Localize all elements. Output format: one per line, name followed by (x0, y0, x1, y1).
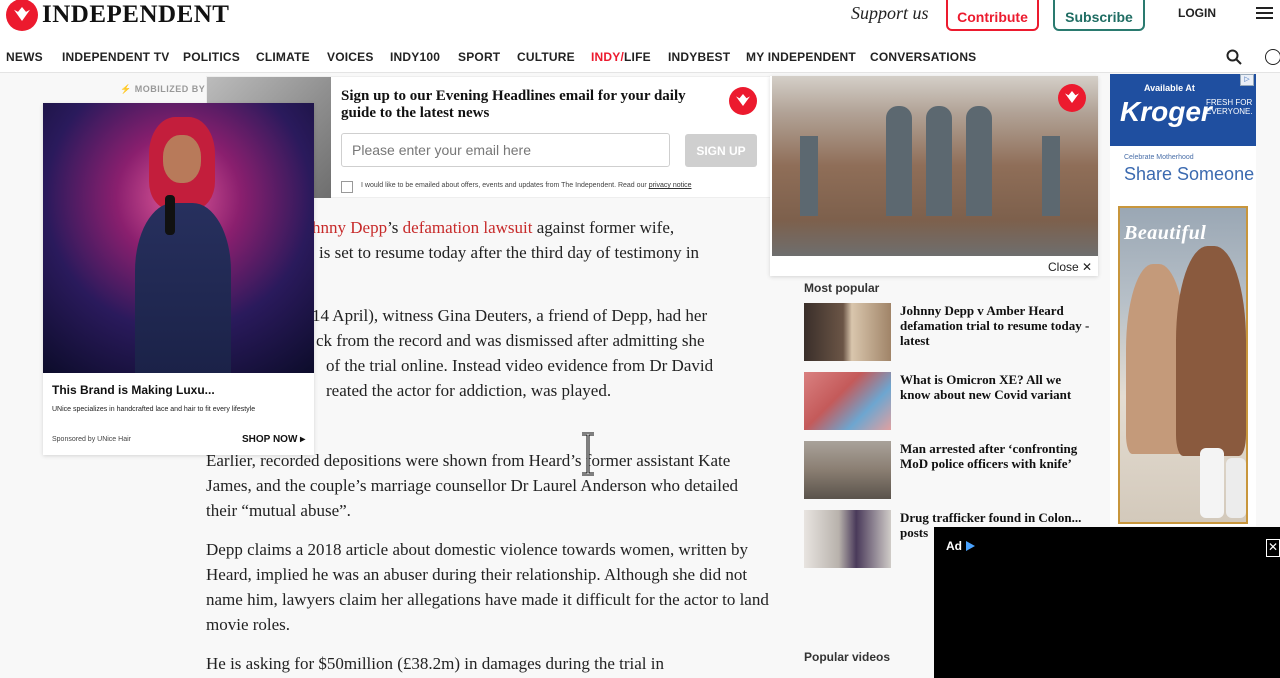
singer-image (43, 103, 314, 373)
ad-label: Ad (946, 539, 962, 553)
subscribe-button[interactable]: Subscribe (1053, 0, 1145, 31)
nav-my-independent[interactable]: MY INDEPENDENT (746, 50, 856, 64)
kroger-fresh: FRESH FOR EVERYONE. (1206, 98, 1253, 116)
nav-sport[interactable]: SPORT (458, 50, 500, 64)
nav-indy100[interactable]: INDY100 (390, 50, 440, 64)
p1-after: against former wife, (532, 218, 675, 237)
courthouse-video-frame (772, 76, 1098, 256)
newsletter-title: Sign up to our Evening Headlines email f… (341, 88, 686, 121)
support-us-text: Support us (851, 3, 929, 23)
kroger-ad[interactable]: Available At Kroger FRESH FOR EVERYONE. … (1110, 74, 1256, 526)
most-popular-headline: What is Omicron XE? All we know about ne… (900, 372, 1072, 402)
johnny-depp-link[interactable]: hnny Depp (312, 218, 387, 237)
share-someone-text: Share Someone (1124, 164, 1255, 184)
nav-indylife[interactable]: INDY/LIFE (591, 50, 651, 64)
defamation-lawsuit-link[interactable]: defamation lawsuit (403, 218, 533, 237)
top-header: INDEPENDENT Support us Contribute Subscr… (0, 0, 1280, 44)
nav-indylife-rest: LIFE (624, 50, 651, 64)
singer-figure (135, 117, 231, 373)
nav-climate[interactable]: CLIMATE (256, 50, 310, 64)
eagle-icon (6, 0, 38, 31)
thumbnail (804, 510, 891, 568)
eagle-icon (729, 87, 757, 115)
left-sponsored-ad[interactable]: This Brand is Making Luxu... UNice speci… (43, 103, 314, 455)
p2-l1: 14 April), witness Gina Deuters, a frien… (312, 306, 708, 325)
kroger-available: Available At (1144, 83, 1195, 93)
most-popular-headline: Johnny Depp v Amber Heard defamation tri… (900, 303, 1090, 348)
adchoices-icon[interactable]: ▷ (1240, 74, 1254, 86)
p2-l2: ck from the record and was dismissed aft… (316, 331, 705, 350)
nav-indybest[interactable]: INDYBEST (668, 50, 730, 64)
thumbnail (804, 441, 891, 499)
nav-conversations[interactable]: CONVERSATIONS (870, 50, 976, 64)
eagle-icon (1058, 84, 1086, 112)
logo-text: INDEPENDENT (42, 1, 230, 28)
main-nav: NEWS INDEPENDENT TV POLITICS CLIMATE VOI… (0, 44, 1280, 73)
beautiful-text: Beautiful (1124, 222, 1207, 244)
signup-button[interactable]: SIGN UP (685, 134, 757, 167)
p1-line2: is set to resume today after the third d… (319, 243, 700, 262)
most-popular-title: Most popular (804, 281, 880, 295)
article-paragraph-5: He is asking for $50million (£38.2m) in … (206, 654, 664, 673)
consent-text: I would like to be emailed about offers,… (361, 182, 692, 189)
nav-culture[interactable]: CULTURE (517, 50, 575, 64)
text-cursor-icon (582, 432, 594, 476)
article-paragraph-1: hnny Depp’s defamation lawsuit against f… (312, 215, 772, 265)
article-paragraph-2: 14 April), witness Gina Deuters, a frien… (312, 303, 772, 403)
most-popular-item[interactable]: What is Omicron XE? All we know about ne… (804, 372, 1094, 430)
p2-l3: of the trial online. Instead video evide… (326, 356, 714, 375)
nav-indylife-red: INDY/ (591, 50, 625, 64)
login-link[interactable]: LOGIN (1178, 6, 1216, 20)
left-ad-title: This Brand is Making Luxu... (52, 383, 215, 397)
thumbnail (804, 303, 891, 361)
p1-mid: ’s (387, 218, 403, 237)
nav-voices[interactable]: VOICES (327, 50, 374, 64)
close-icon[interactable]: ✕ (1266, 539, 1280, 557)
globe-icon[interactable] (1265, 49, 1280, 65)
contribute-button[interactable]: Contribute (946, 0, 1039, 31)
kroger-header: Available At Kroger FRESH FOR EVERYONE. (1110, 74, 1256, 146)
mobilized-label: ⚡ MOBILIZED BY (120, 84, 206, 94)
email-input[interactable] (341, 133, 670, 167)
kroger-logo: Kroger (1120, 96, 1212, 127)
menu-icon[interactable] (1256, 7, 1273, 20)
article-paragraph-3: Earlier, recorded depositions were shown… (206, 451, 739, 520)
popular-videos-title: Popular videos (804, 650, 891, 664)
nav-politics[interactable]: POLITICS (183, 50, 240, 64)
independent-logo[interactable]: INDEPENDENT (6, 0, 230, 31)
thumbnail (804, 372, 891, 430)
beautiful-image: Beautiful (1118, 206, 1248, 524)
video-ad[interactable]: Ad (934, 527, 1280, 678)
play-icon (966, 541, 975, 551)
video-player[interactable]: Close ✕ (770, 76, 1098, 276)
shop-now-button[interactable]: SHOP NOW ▸ (242, 434, 305, 445)
left-ad-description: UNice specializes in handcrafted lace an… (52, 406, 256, 413)
consent-checkbox[interactable] (341, 181, 353, 193)
most-popular-item[interactable]: Johnny Depp v Amber Heard defamation tri… (804, 303, 1094, 361)
most-popular-item[interactable]: Man arrested after ‘confronting MoD poli… (804, 441, 1094, 499)
left-ad-sponsor: Sponsored by UNice Hair (52, 436, 131, 443)
p2-l4: reated the actor for addiction, was play… (326, 381, 612, 400)
search-icon[interactable] (1226, 49, 1242, 65)
video-close-button[interactable]: Close ✕ (1048, 260, 1092, 274)
most-popular-headline: Man arrested after ‘confronting MoD poli… (900, 441, 1078, 471)
celebrate-text: Celebrate Motherhood (1124, 154, 1194, 161)
privacy-notice-link[interactable]: privacy notice (649, 182, 692, 189)
nav-independent-tv[interactable]: INDEPENDENT TV (62, 50, 169, 64)
article-paragraph-4: Depp claims a 2018 article about domesti… (206, 540, 769, 634)
nav-news[interactable]: NEWS (6, 50, 43, 64)
consent-label: I would like to be emailed about offers,… (361, 182, 647, 189)
